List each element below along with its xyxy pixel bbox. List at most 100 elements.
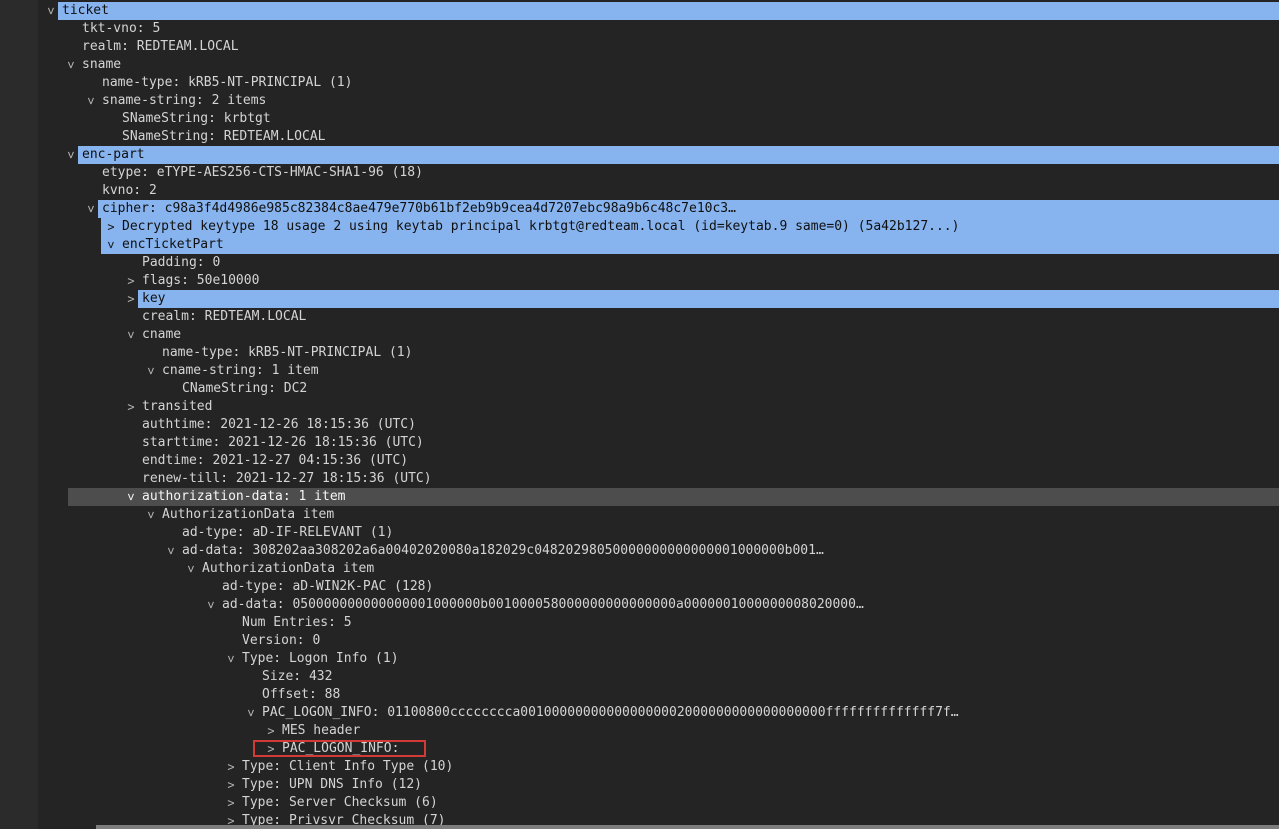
selection-highlight bbox=[138, 290, 1279, 308]
tree-row-label: name-type: kRB5-NT-PRINCIPAL (1) bbox=[162, 344, 412, 362]
tree-row[interactable]: SNameString: krbtgt bbox=[0, 110, 1279, 128]
chevron-right-icon[interactable]: > bbox=[104, 218, 118, 236]
tree-row[interactable]: tkt-vno: 5 bbox=[0, 20, 1279, 38]
tree-row-label: Type: Client Info Type (10) bbox=[242, 758, 453, 776]
tree-row[interactable]: realm: REDTEAM.LOCAL bbox=[0, 38, 1279, 56]
tree-row[interactable]: crealm: REDTEAM.LOCAL bbox=[0, 308, 1279, 326]
tree-row-label: starttime: 2021-12-26 18:15:36 (UTC) bbox=[142, 434, 424, 452]
tree-row[interactable]: >ad-data: 308202aa308202a6a00402020080a1… bbox=[0, 542, 1279, 560]
chevron-down-icon[interactable]: > bbox=[162, 544, 180, 558]
tree-row-label: ticket bbox=[62, 2, 109, 20]
chevron-down-icon[interactable]: > bbox=[202, 598, 220, 612]
horizontal-scrollbar-thumb[interactable] bbox=[96, 825, 1279, 829]
field-highlight-box bbox=[253, 740, 426, 757]
tree-row-label: Padding: 0 bbox=[142, 254, 220, 272]
tree-row-label: Num Entries: 5 bbox=[242, 614, 352, 632]
tree-row[interactable]: Version: 0 bbox=[0, 632, 1279, 650]
tree-row-label: realm: REDTEAM.LOCAL bbox=[82, 38, 239, 56]
chevron-right-icon[interactable]: > bbox=[124, 272, 138, 290]
chevron-right-icon[interactable]: > bbox=[224, 758, 238, 776]
tree-row[interactable]: >Type: UPN DNS Info (12) bbox=[0, 776, 1279, 794]
selection-highlight bbox=[78, 146, 1279, 164]
tree-row-label: transited bbox=[142, 398, 212, 416]
tree-row[interactable]: Padding: 0 bbox=[0, 254, 1279, 272]
tree-row[interactable]: >Type: Client Info Type (10) bbox=[0, 758, 1279, 776]
tree-row[interactable]: >PAC_LOGON_INFO: bbox=[0, 740, 1279, 758]
chevron-down-icon[interactable]: > bbox=[222, 652, 240, 666]
chevron-down-icon[interactable]: > bbox=[122, 490, 140, 504]
chevron-down-icon[interactable]: > bbox=[182, 562, 200, 576]
tree-row[interactable]: >ticket bbox=[0, 2, 1279, 20]
chevron-right-icon[interactable]: > bbox=[224, 794, 238, 812]
tree-row[interactable]: >enc-part bbox=[0, 146, 1279, 164]
tree-row-label: tkt-vno: 5 bbox=[82, 20, 160, 38]
tree-row-label: ad-type: aD-IF-RELEVANT (1) bbox=[182, 524, 393, 542]
chevron-right-icon[interactable]: > bbox=[264, 722, 278, 740]
tree-row[interactable]: name-type: kRB5-NT-PRINCIPAL (1) bbox=[0, 344, 1279, 362]
tree-row[interactable]: endtime: 2021-12-27 04:15:36 (UTC) bbox=[0, 452, 1279, 470]
tree-row[interactable]: Num Entries: 5 bbox=[0, 614, 1279, 632]
tree-row-label: Version: 0 bbox=[242, 632, 320, 650]
tree-row[interactable]: ad-type: aD-IF-RELEVANT (1) bbox=[0, 524, 1279, 542]
tree-row[interactable]: >cname-string: 1 item bbox=[0, 362, 1279, 380]
tree-row[interactable]: >encTicketPart bbox=[0, 236, 1279, 254]
chevron-down-icon[interactable]: > bbox=[82, 202, 100, 216]
chevron-right-icon[interactable]: > bbox=[124, 290, 138, 308]
tree-row[interactable]: >flags: 50e10000 bbox=[0, 272, 1279, 290]
tree-row[interactable]: >sname bbox=[0, 56, 1279, 74]
tree-row[interactable]: Offset: 88 bbox=[0, 686, 1279, 704]
tree-row[interactable]: etype: eTYPE-AES256-CTS-HMAC-SHA1-96 (18… bbox=[0, 164, 1279, 182]
tree-row[interactable]: ad-type: aD-WIN2K-PAC (128) bbox=[0, 578, 1279, 596]
tree-row[interactable]: >sname-string: 2 items bbox=[0, 92, 1279, 110]
tree-row[interactable]: kvno: 2 bbox=[0, 182, 1279, 200]
tree-row[interactable]: >authorization-data: 1 item bbox=[0, 488, 1279, 506]
tree-row-label: encTicketPart bbox=[122, 236, 224, 254]
chevron-down-icon[interactable]: > bbox=[142, 364, 160, 378]
tree-row-label: PAC_LOGON_INFO: 01100800cccccccca0010000… bbox=[262, 704, 959, 722]
tree-row[interactable]: >Type: Logon Info (1) bbox=[0, 650, 1279, 668]
chevron-down-icon[interactable]: > bbox=[42, 4, 60, 18]
chevron-down-icon[interactable]: > bbox=[102, 238, 120, 252]
chevron-down-icon[interactable]: > bbox=[142, 508, 160, 522]
chevron-right-icon[interactable]: > bbox=[124, 398, 138, 416]
chevron-down-icon[interactable]: > bbox=[62, 58, 80, 72]
tree-row[interactable]: >AuthorizationData item bbox=[0, 506, 1279, 524]
tree-row[interactable]: >ad-data: 050000000000000001000000b00100… bbox=[0, 596, 1279, 614]
tree-row-label: AuthorizationData item bbox=[202, 560, 374, 578]
tree-row-label: Offset: 88 bbox=[262, 686, 340, 704]
tree-row[interactable]: renew-till: 2021-12-27 18:15:36 (UTC) bbox=[0, 470, 1279, 488]
tree-row[interactable]: >AuthorizationData item bbox=[0, 560, 1279, 578]
tree-row[interactable]: >transited bbox=[0, 398, 1279, 416]
chevron-down-icon[interactable]: > bbox=[122, 328, 140, 342]
tree-row[interactable]: >cname bbox=[0, 326, 1279, 344]
tree-row-label: renew-till: 2021-12-27 18:15:36 (UTC) bbox=[142, 470, 432, 488]
chevron-right-icon[interactable]: > bbox=[224, 776, 238, 794]
tree-row[interactable]: SNameString: REDTEAM.LOCAL bbox=[0, 128, 1279, 146]
tree-row[interactable]: >key bbox=[0, 290, 1279, 308]
tree-row[interactable]: >Type: Server Checksum (6) bbox=[0, 794, 1279, 812]
tree-row[interactable]: >cipher: c98a3f4d4986e985c82384c8ae479e7… bbox=[0, 200, 1279, 218]
tree-row-label: enc-part bbox=[82, 146, 145, 164]
tree-row[interactable]: starttime: 2021-12-26 18:15:36 (UTC) bbox=[0, 434, 1279, 452]
tree-row-label: Type: Logon Info (1) bbox=[242, 650, 399, 668]
tree-row[interactable]: >Decrypted keytype 18 usage 2 using keyt… bbox=[0, 218, 1279, 236]
tree-row-label: AuthorizationData item bbox=[162, 506, 334, 524]
chevron-down-icon[interactable]: > bbox=[82, 94, 100, 108]
selection-highlight bbox=[101, 236, 1279, 254]
tree-row-label: etype: eTYPE-AES256-CTS-HMAC-SHA1-96 (18… bbox=[102, 164, 423, 182]
tree-row[interactable]: name-type: kRB5-NT-PRINCIPAL (1) bbox=[0, 74, 1279, 92]
tree-row[interactable]: >PAC_LOGON_INFO: 01100800cccccccca001000… bbox=[0, 704, 1279, 722]
chevron-down-icon[interactable]: > bbox=[242, 706, 260, 720]
tree-row[interactable]: authtime: 2021-12-26 18:15:36 (UTC) bbox=[0, 416, 1279, 434]
tree-row-label: cipher: c98a3f4d4986e985c82384c8ae479e77… bbox=[102, 200, 736, 218]
chevron-down-icon[interactable]: > bbox=[62, 148, 80, 162]
tree-row-label: SNameString: REDTEAM.LOCAL bbox=[122, 128, 326, 146]
tree-row-label: SNameString: krbtgt bbox=[122, 110, 271, 128]
packet-detail-tree[interactable]: >tickettkt-vno: 5realm: REDTEAM.LOCAL>sn… bbox=[0, 0, 1279, 829]
tree-row[interactable]: >MES header bbox=[0, 722, 1279, 740]
tree-row-label: flags: 50e10000 bbox=[142, 272, 259, 290]
tree-row-label: crealm: REDTEAM.LOCAL bbox=[142, 308, 306, 326]
tree-row[interactable]: CNameString: DC2 bbox=[0, 380, 1279, 398]
tree-row-label: MES header bbox=[282, 722, 360, 740]
tree-row[interactable]: Size: 432 bbox=[0, 668, 1279, 686]
